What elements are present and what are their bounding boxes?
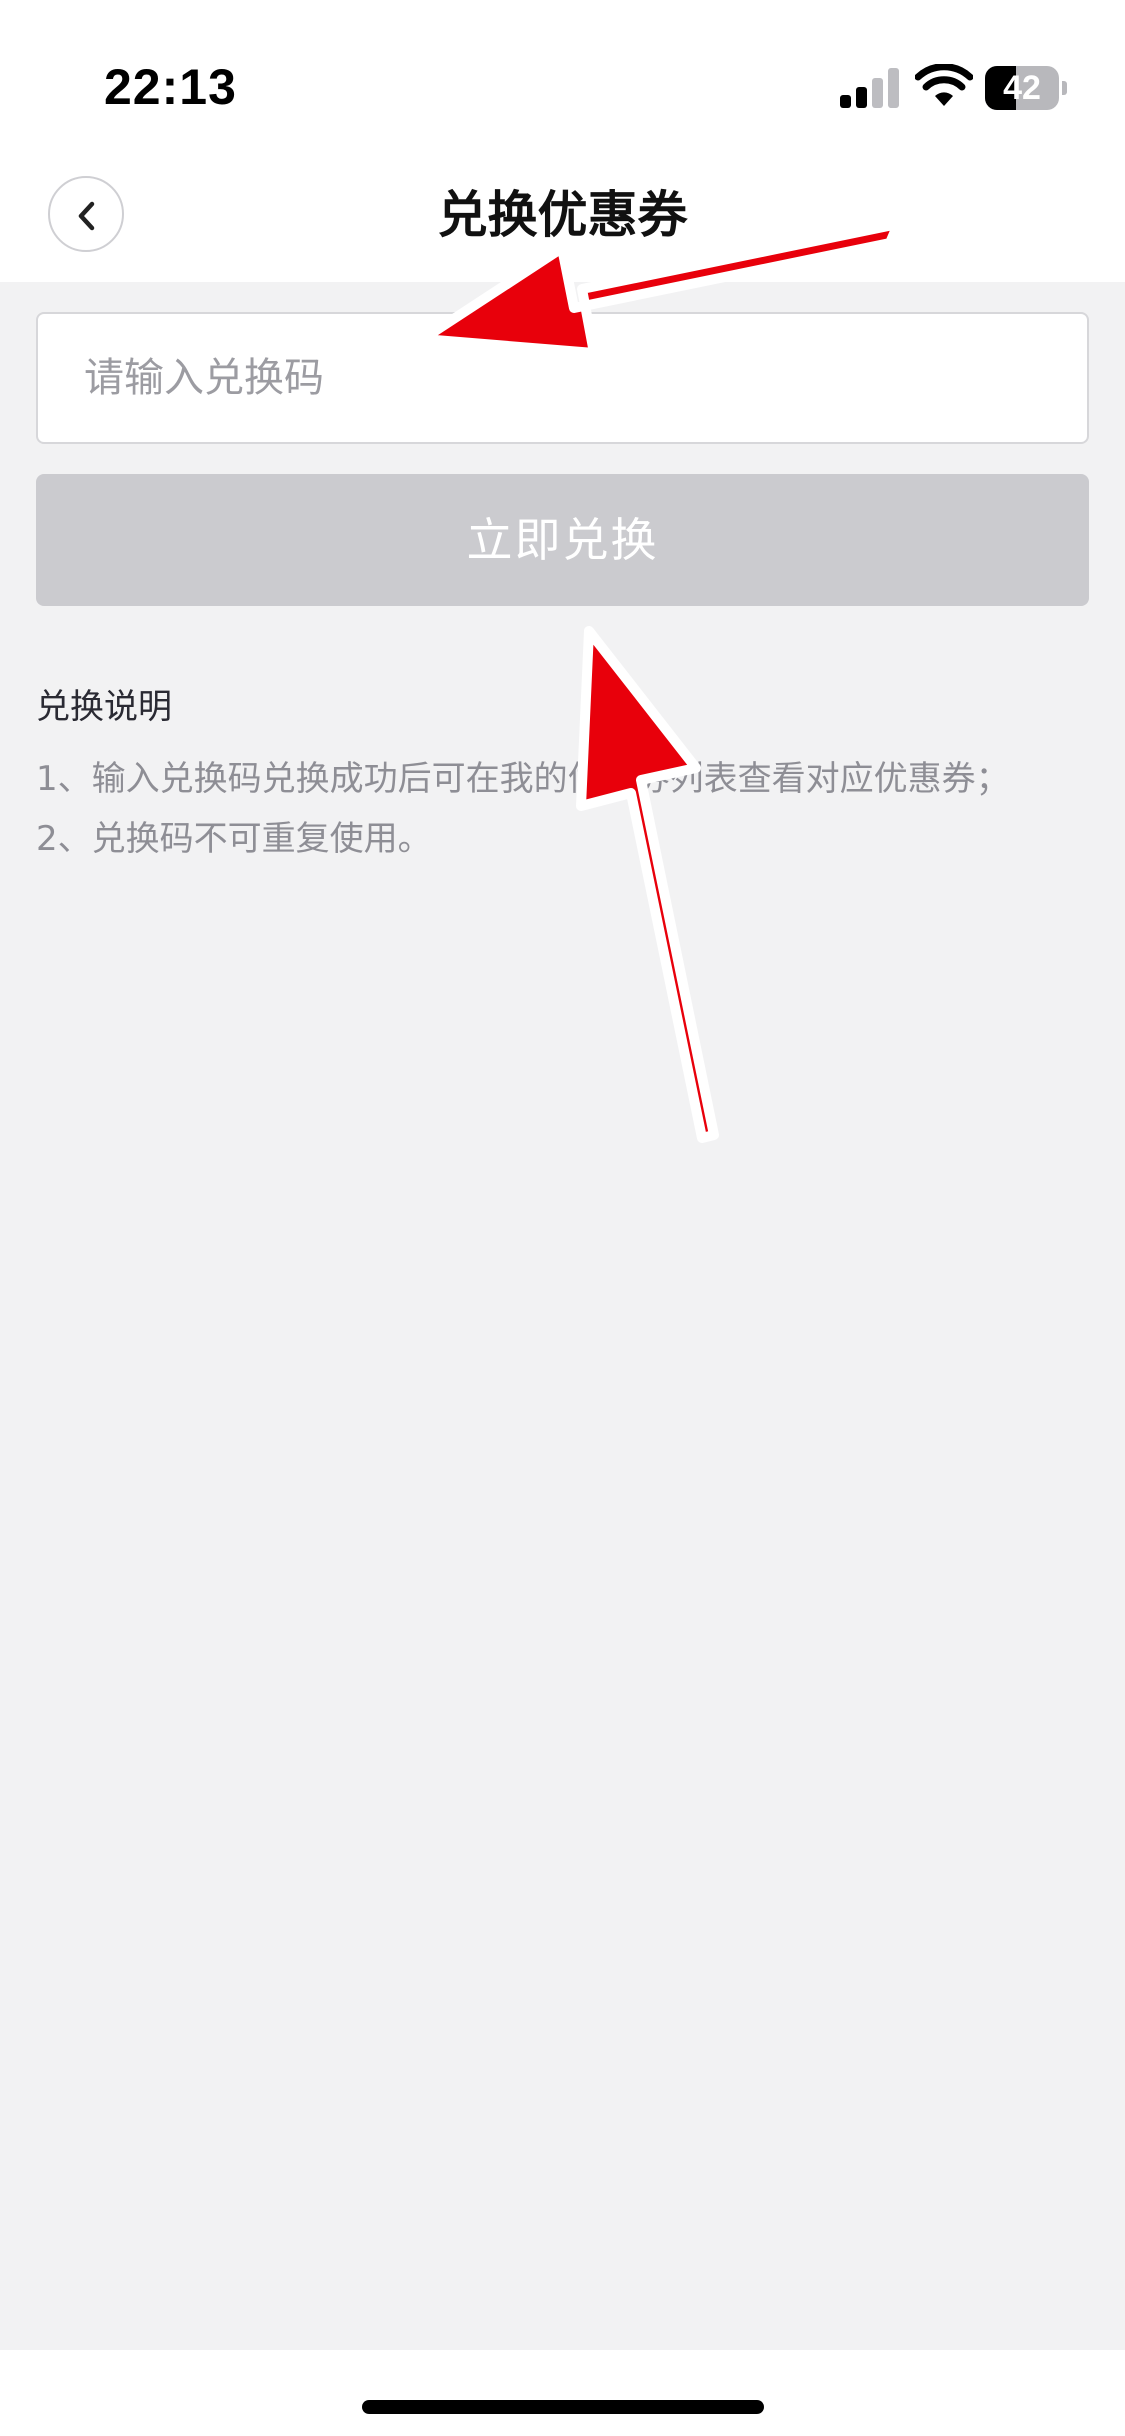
home-indicator-area: [0, 2350, 1125, 2436]
instructions-title: 兑换说明: [36, 687, 172, 727]
wifi-icon: [915, 64, 973, 106]
redeem-now-button[interactable]: 立即兑换: [36, 474, 1089, 606]
status-time: 22:13: [104, 59, 237, 115]
battery-icon: 42: [985, 66, 1067, 110]
header-bar: 22:13 42 兑换优惠券: [0, 0, 1125, 282]
instruction-item: 2、兑换码不可重复使用。: [36, 819, 432, 859]
battery-level-text: 42: [1003, 69, 1041, 107]
annotation-arrow-to-button: [576, 626, 719, 1143]
home-indicator-bar[interactable]: [362, 2400, 764, 2414]
redeem-code-input[interactable]: [36, 312, 1089, 444]
cellular-signal-icon: [840, 68, 899, 108]
page-title: 兑换优惠券: [437, 186, 688, 244]
instruction-item: 1、输入兑换码兑换成功后可在我的优惠券列表查看对应优惠券；: [36, 759, 1010, 799]
